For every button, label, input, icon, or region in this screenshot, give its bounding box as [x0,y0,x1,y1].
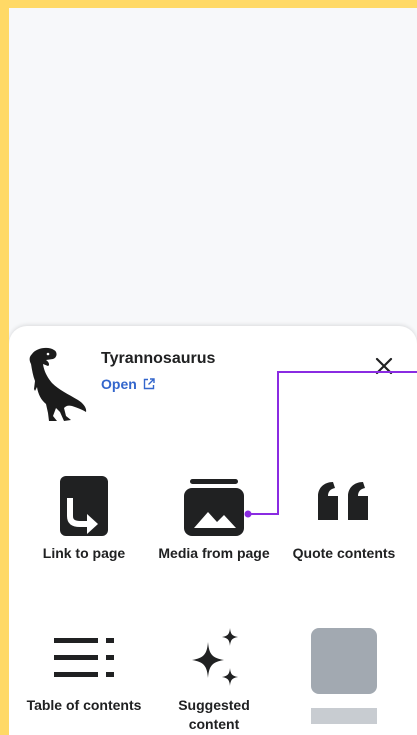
tile-label: Link to page [42,545,126,561]
external-link-icon [143,378,155,390]
placeholder-bar [311,708,377,724]
article-title: Tyrannosaurus [101,350,216,367]
tile-quote-contents[interactable]: Quote contents [284,476,404,563]
tile-label: Table of contents [26,697,142,713]
bottom-sheet: Tyrannosaurus Open Link to page Media fr… [9,326,417,735]
dinosaur-silhouette-icon [29,347,87,421]
placeholder-box [311,628,377,694]
tile-suggested-content[interactable]: Suggested content [154,628,274,734]
quote-icon [318,482,368,520]
close-icon[interactable] [372,354,396,378]
image-icon [184,479,244,536]
tile-media-from-page[interactable]: Media from page [154,476,274,563]
table-of-contents-icon [54,638,114,677]
link-to-page-icon [60,476,108,536]
tile-table-of-contents[interactable]: Table of contents [24,628,144,715]
tile-label: Media from page [158,545,270,561]
tile-label: Suggested content [178,697,250,732]
sparkles-icon [192,628,238,686]
app-screen: Tyrannosaurus Open Link to page Media fr… [9,8,417,735]
open-link-label: Open [101,376,137,392]
tile-label: Quote contents [292,545,396,561]
tile-loading-placeholder [284,628,404,724]
tile-link-to-page[interactable]: Link to page [24,476,144,563]
open-article-link[interactable]: Open [101,376,155,392]
